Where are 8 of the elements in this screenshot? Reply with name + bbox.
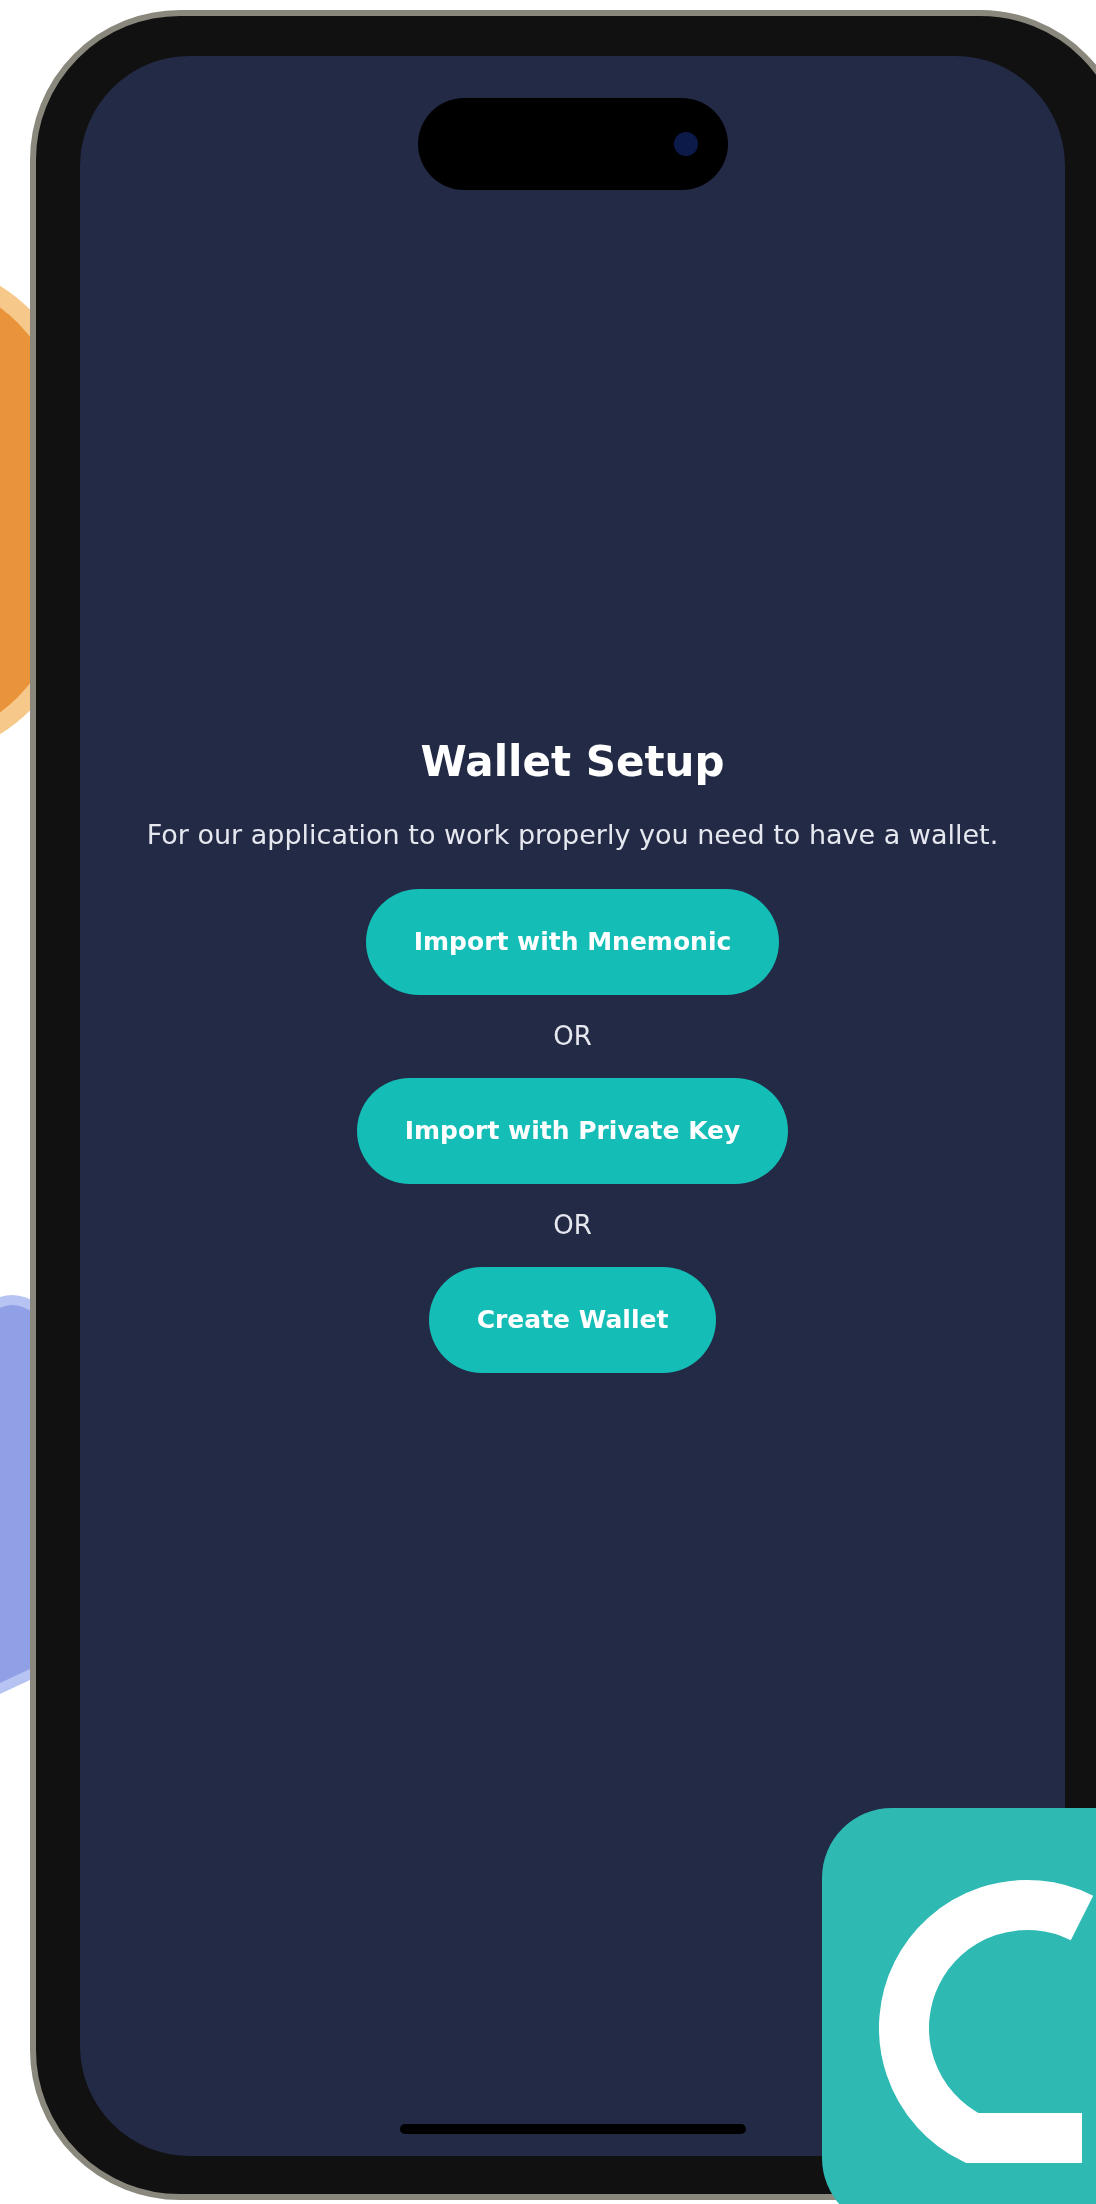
wallet-option-button[interactable]: Import with Mnemonic bbox=[365, 889, 780, 995]
camera-icon bbox=[673, 132, 698, 156]
wallet-setup-description: For our application to work properly you need to have a wallet. bbox=[146, 818, 999, 852]
wallet-option-button[interactable]: Create Wallet bbox=[428, 1267, 717, 1373]
or-separator: OR bbox=[553, 1209, 592, 1242]
wallet-option-button[interactable]: Import with Private Key bbox=[356, 1078, 789, 1184]
or-separator: OR bbox=[553, 1020, 592, 1053]
wallet-setup-title: Wallet Setup bbox=[420, 736, 725, 788]
